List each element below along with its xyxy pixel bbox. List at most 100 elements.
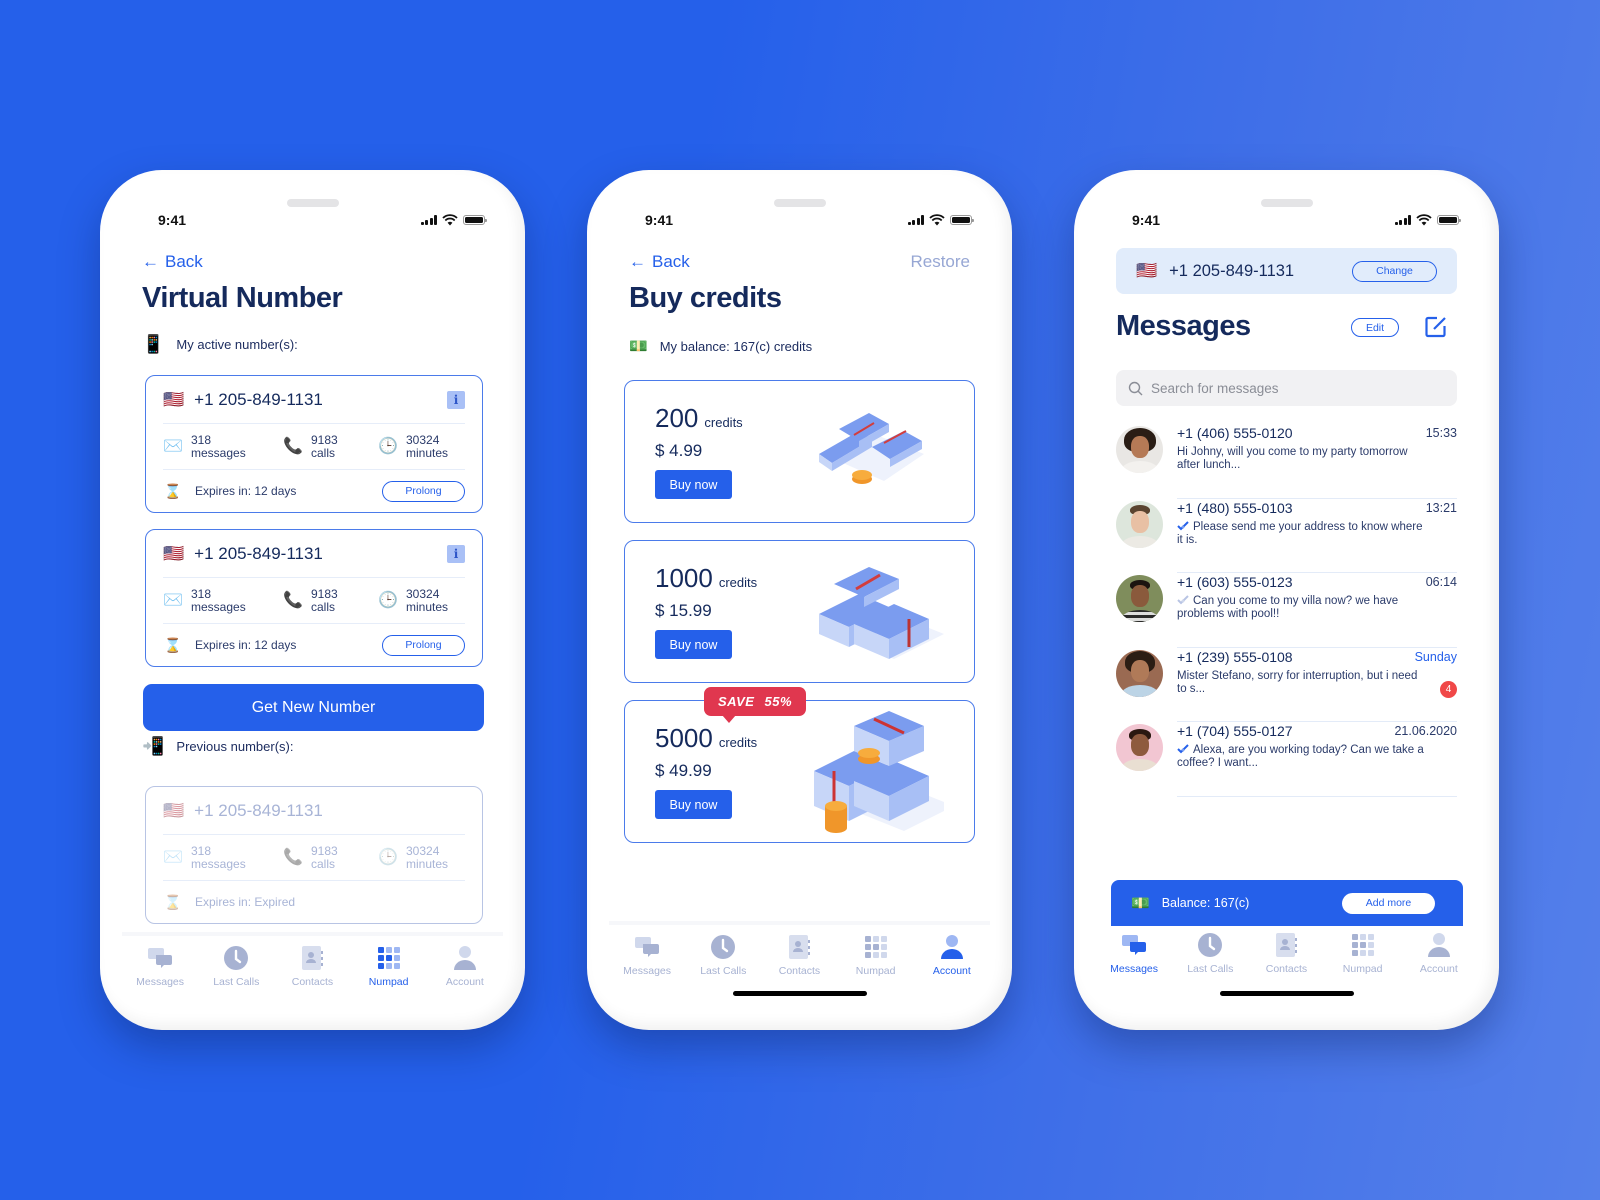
info-icon[interactable]: i: [447, 544, 465, 563]
tab-account[interactable]: Account: [1404, 932, 1474, 975]
arrow-left-icon: ←: [629, 252, 646, 271]
home-indicator[interactable]: [1219, 991, 1354, 996]
message-item[interactable]: +1 (603) 555-0123 06:14 Can you come to …: [1116, 573, 1457, 648]
status-time: 9:41: [158, 212, 187, 228]
package-price: $ 15.99: [655, 601, 712, 620]
wifi-icon: [1416, 214, 1432, 226]
compose-icon[interactable]: [1424, 315, 1448, 339]
calls-stat: 📞 9183 calls: [283, 843, 338, 871]
expires-text: Expires in: 12 days: [195, 638, 297, 652]
messages-stat: ✉️ 318 messages: [163, 432, 246, 460]
tab-contacts[interactable]: Contacts: [764, 934, 834, 977]
dollar-banknote-icon: 💵: [1131, 895, 1150, 912]
phone-number: +1 205-849-1131: [1169, 261, 1295, 280]
search-input[interactable]: [1151, 380, 1445, 396]
clock-icon: [711, 934, 736, 959]
speaker-notch: [1260, 199, 1313, 207]
number-card: 🇺🇸 +1 205-849-1131 i ✉️ 318 messages 📞 9183…: [145, 529, 483, 667]
tab-last-calls[interactable]: Last Calls: [688, 934, 758, 977]
person-icon: [453, 945, 476, 970]
change-number-button[interactable]: Change: [1352, 260, 1437, 282]
info-icon[interactable]: i: [447, 390, 465, 409]
expires-text: Expires in: Expired: [195, 895, 296, 909]
message-preview: Please send me your address to know wher…: [1177, 520, 1423, 546]
telephone-icon: 📞: [283, 592, 303, 609]
search-icon: [1128, 381, 1143, 395]
avatar: [1116, 724, 1163, 771]
status-bar: 9:41: [1132, 210, 1461, 230]
hourglass-icon: ⌛: [164, 893, 182, 910]
minutes-stat: 🕒 30324 minutes: [378, 843, 449, 871]
tab-last-calls[interactable]: Last Calls: [201, 945, 271, 988]
message-item[interactable]: +1 (239) 555-0108 Sunday Mister Stefano,…: [1116, 648, 1457, 722]
message-list: +1 (406) 555-0120 15:33 Hi Johny, will y…: [1116, 424, 1457, 797]
calls-stat: 📞 9183 calls: [283, 432, 338, 460]
numpad-grid-icon: [377, 946, 400, 969]
messages-stat: ✉️ 318 messages: [163, 586, 246, 614]
telephone-icon: 📞: [283, 849, 303, 866]
message-preview: Hi Johny, will you come to my party tomo…: [1177, 446, 1408, 471]
tab-account[interactable]: Account: [430, 945, 500, 988]
tab-numpad[interactable]: Numpad: [1328, 932, 1398, 975]
package-price: $ 4.99: [655, 441, 703, 460]
edit-button[interactable]: Edit: [1351, 318, 1399, 337]
double-check-read-icon: [1177, 744, 1189, 754]
sender-number: +1 (603) 555-0123: [1177, 574, 1293, 590]
chat-bubbles-icon: [148, 947, 173, 968]
page-title: Buy credits: [629, 282, 782, 314]
buy-now-button[interactable]: Buy now: [655, 790, 732, 819]
double-check-sent-icon: [1177, 595, 1189, 605]
add-more-button[interactable]: Add more: [1342, 892, 1435, 914]
money-stack-large-illustration: [814, 711, 944, 833]
battery-icon: [463, 215, 487, 225]
wifi-icon: [442, 214, 458, 226]
tab-bar: Messages Last Calls Contacts Numpad Acco…: [609, 921, 990, 985]
hourglass-icon: ⌛: [164, 636, 182, 653]
prolong-button[interactable]: Prolong: [382, 480, 465, 502]
contacts-book-icon: [789, 934, 811, 959]
sender-number: +1 (480) 555-0103: [1177, 499, 1293, 516]
credit-package-card: 200 credits $ 4.99 Buy now: [624, 380, 975, 523]
tab-contacts[interactable]: Contacts: [277, 945, 347, 988]
message-item[interactable]: +1 (704) 555-0127 21.06.2020 Alexa, are …: [1116, 722, 1457, 797]
page-title: Messages: [1116, 310, 1251, 342]
active-number-bar: 🇺🇸 +1 205-849-1131 Change: [1116, 248, 1457, 294]
signal-icon: [907, 215, 924, 225]
status-bar: 9:41: [158, 210, 487, 230]
buy-now-button[interactable]: Buy now: [655, 470, 732, 499]
mobile-phone-arrow-icon: 📲: [142, 736, 165, 756]
credit-amount: 200 credits: [655, 403, 743, 433]
credit-amount: 5000 credits: [655, 723, 758, 753]
clock-icon: 🕒: [378, 438, 398, 455]
phone-virtual-number: 9:41 ← Back Virtual Number 📱 My active n…: [100, 170, 525, 1030]
get-new-number-button[interactable]: Get New Number: [143, 684, 484, 731]
back-button[interactable]: ← Back: [142, 252, 203, 272]
tab-messages[interactable]: Messages: [1099, 932, 1169, 975]
message-item[interactable]: +1 (406) 555-0120 15:33 Hi Johny, will y…: [1116, 424, 1457, 499]
balance-text: Balance: 167(c): [1161, 896, 1250, 910]
tab-numpad[interactable]: Numpad: [841, 934, 911, 977]
sender-number: +1 (406) 555-0120: [1177, 425, 1293, 441]
prolong-button[interactable]: Prolong: [382, 634, 465, 656]
status-time: 9:41: [645, 212, 674, 228]
message-preview: Can you come to my villa now? we have pr…: [1177, 595, 1399, 620]
arrow-left-icon: ←: [142, 252, 159, 271]
buy-now-button[interactable]: Buy now: [655, 630, 732, 659]
us-flag-icon: 🇺🇸: [163, 389, 185, 409]
tab-contacts[interactable]: Contacts: [1251, 932, 1321, 975]
back-button[interactable]: ← Back: [629, 252, 690, 272]
tab-messages[interactable]: Messages: [125, 945, 195, 988]
tab-messages[interactable]: Messages: [612, 934, 682, 977]
restore-button[interactable]: Restore: [910, 252, 970, 272]
message-item[interactable]: +1 (480) 555-0103 13:21 Please send me y…: [1116, 499, 1457, 573]
home-indicator[interactable]: [732, 991, 867, 996]
tab-last-calls[interactable]: Last Calls: [1175, 932, 1245, 975]
message-time: 15:33: [1425, 426, 1457, 440]
person-icon: [1427, 932, 1450, 957]
tab-account[interactable]: Account: [917, 934, 987, 977]
balance-line: 💵 My balance: 167(c) credits: [629, 338, 813, 355]
avatar: [1116, 649, 1163, 697]
clock-icon: 🕒: [378, 849, 398, 866]
phone-buy-credits: 9:41 ← Back Restore Buy credits 💵 My bal…: [587, 170, 1012, 1030]
tab-numpad[interactable]: Numpad: [354, 945, 424, 988]
